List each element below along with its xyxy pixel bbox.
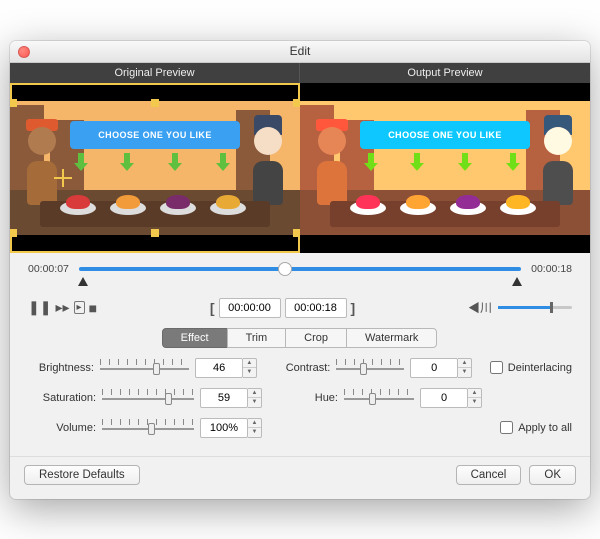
banner-text: CHOOSE ONE YOU LIKE <box>70 121 240 149</box>
crop-handle[interactable] <box>151 99 159 107</box>
close-icon[interactable] <box>18 46 30 58</box>
deinterlacing-checkbox-input[interactable] <box>490 361 503 374</box>
center-marker-icon <box>54 169 72 187</box>
timeline: 00:00:07 00:00:18 <box>10 253 590 290</box>
cancel-button[interactable]: Cancel <box>456 465 522 485</box>
apply-all-checkbox-input[interactable] <box>500 421 513 434</box>
step-icon[interactable]: ▸ <box>74 301 85 314</box>
saturation-slider[interactable] <box>102 389 194 407</box>
original-preview-viewport[interactable]: CHOOSE ONE YOU LIKE <box>10 83 300 253</box>
timeline-thumb[interactable] <box>278 262 292 276</box>
ok-button[interactable]: OK <box>529 465 576 485</box>
stop-icon[interactable]: ■ <box>89 300 97 316</box>
range-start-marker[interactable] <box>78 277 88 286</box>
brightness-stepper[interactable]: ▲▼ <box>243 358 257 378</box>
contrast-label: Contrast: <box>280 362 336 374</box>
volume-param-slider[interactable] <box>102 419 194 437</box>
tab-crop[interactable]: Crop <box>285 328 347 348</box>
brightness-label: Brightness: <box>28 362 100 374</box>
traffic-lights <box>18 46 30 58</box>
saturation-stepper[interactable]: ▲▼ <box>248 388 262 408</box>
volume-thumb[interactable] <box>550 302 553 313</box>
controls-row: ❚❚ ▸▸ ▸ ■ [ ] ◀川 <box>10 290 590 326</box>
original-preview: Original Preview CHOOSE ONE YOU LIKE <box>10 63 300 253</box>
output-preview: Output Preview CHOOSE ONE YOU LIKE <box>300 63 590 253</box>
brightness-slider[interactable] <box>100 359 189 377</box>
range-end-bracket-icon[interactable]: ] <box>351 300 356 316</box>
brightness-input[interactable] <box>195 358 243 378</box>
saturation-input[interactable] <box>200 388 248 408</box>
volume-param-input[interactable] <box>200 418 248 438</box>
volume-slider[interactable] <box>498 306 572 309</box>
footer: Restore Defaults Cancel OK <box>10 456 590 499</box>
current-time-label: 00:00:07 <box>28 263 69 275</box>
effect-params: Brightness: ▲▼ Contrast: ▲▼ Deinterlacin… <box>10 358 590 456</box>
restore-defaults-button[interactable]: Restore Defaults <box>24 465 140 485</box>
range-start-input[interactable] <box>219 298 281 318</box>
original-preview-label: Original Preview <box>10 63 300 83</box>
preview-row: Original Preview CHOOSE ONE YOU LIKE <box>10 63 590 253</box>
crop-handle[interactable] <box>10 229 17 237</box>
window-title: Edit <box>290 44 311 58</box>
next-frame-icon[interactable]: ▸▸ <box>55 299 69 316</box>
saturation-label: Saturation: <box>28 392 102 404</box>
hue-slider[interactable] <box>344 389 414 407</box>
timeline-track[interactable] <box>79 267 521 271</box>
range-end-input[interactable] <box>285 298 347 318</box>
tab-trim[interactable]: Trim <box>227 328 287 348</box>
apply-all-checkbox[interactable]: Apply to all <box>500 421 572 434</box>
edit-window: Edit Original Preview CHOOSE ONE YOU LIK… <box>10 41 590 499</box>
tabs: Effect Trim Crop Watermark <box>10 326 590 358</box>
range-end-marker[interactable] <box>512 277 522 286</box>
volume-icon[interactable]: ◀川 <box>468 299 492 316</box>
tab-watermark[interactable]: Watermark <box>346 328 437 348</box>
range-start-bracket-icon[interactable]: [ <box>210 300 215 316</box>
hue-label: Hue: <box>286 392 344 404</box>
contrast-stepper[interactable]: ▲▼ <box>458 358 472 378</box>
crop-handle[interactable] <box>10 99 17 107</box>
volume-param-stepper[interactable]: ▲▼ <box>248 418 262 438</box>
tab-effect[interactable]: Effect <box>162 328 228 348</box>
crop-handle[interactable] <box>151 229 159 237</box>
total-time-label: 00:00:18 <box>531 263 572 275</box>
output-preview-viewport: CHOOSE ONE YOU LIKE <box>300 83 590 253</box>
contrast-input[interactable] <box>410 358 458 378</box>
contrast-slider[interactable] <box>336 359 404 377</box>
output-preview-label: Output Preview <box>300 63 590 83</box>
titlebar: Edit <box>10 41 590 63</box>
deinterlacing-checkbox[interactable]: Deinterlacing <box>490 361 572 374</box>
volume-label: Volume: <box>28 422 102 434</box>
pause-icon[interactable]: ❚❚ <box>28 299 51 316</box>
hue-input[interactable] <box>420 388 468 408</box>
hue-stepper[interactable]: ▲▼ <box>468 388 482 408</box>
